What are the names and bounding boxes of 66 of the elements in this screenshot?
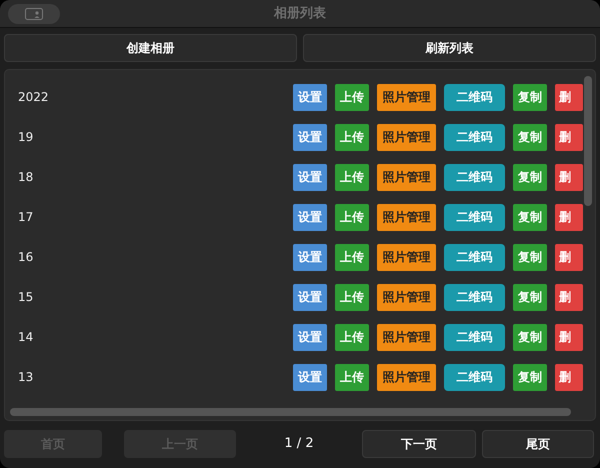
delete-button[interactable]: 删	[555, 324, 583, 350]
settings-button[interactable]: 设置	[293, 364, 327, 390]
qr-code-button[interactable]: 二维码	[444, 244, 505, 270]
upload-button[interactable]: 上传	[335, 124, 369, 150]
settings-button[interactable]: 设置	[293, 124, 327, 150]
sidebar-icon	[25, 8, 43, 20]
copy-button[interactable]: 复制	[513, 364, 547, 390]
qr-code-button[interactable]: 二维码	[444, 124, 505, 150]
upload-button[interactable]: 上传	[335, 284, 369, 310]
album-name: 15	[18, 289, 34, 306]
upload-button[interactable]: 上传	[335, 204, 369, 230]
delete-button[interactable]: 删	[555, 284, 583, 310]
album-name: 13	[18, 369, 34, 386]
upload-button[interactable]: 上传	[335, 84, 369, 110]
upload-button[interactable]: 上传	[335, 324, 369, 350]
qr-code-button[interactable]: 二维码	[444, 364, 505, 390]
copy-button[interactable]: 复制	[513, 284, 547, 310]
album-name: 2022	[18, 89, 50, 106]
qr-code-button[interactable]: 二维码	[444, 324, 505, 350]
delete-button[interactable]: 删	[555, 364, 583, 390]
settings-button[interactable]: 设置	[293, 244, 327, 270]
settings-button[interactable]: 设置	[293, 164, 327, 190]
delete-button[interactable]: 删	[555, 124, 583, 150]
upload-button[interactable]: 上传	[335, 164, 369, 190]
qr-code-button[interactable]: 二维码	[444, 164, 505, 190]
photo-manage-button[interactable]: 照片管理	[377, 284, 436, 310]
qr-code-button[interactable]: 二维码	[444, 284, 505, 310]
last-page-button[interactable]: 尾页	[482, 430, 594, 458]
settings-button[interactable]: 设置	[293, 204, 327, 230]
album-name: 18	[18, 169, 34, 186]
vertical-scrollbar[interactable]	[584, 76, 592, 206]
horizontal-scrollbar[interactable]	[10, 408, 571, 416]
settings-button[interactable]: 设置	[293, 284, 327, 310]
album-name: 17	[18, 209, 34, 226]
page-indicator: 1 / 2	[283, 435, 315, 454]
photo-manage-button[interactable]: 照片管理	[377, 164, 436, 190]
delete-button[interactable]: 删	[555, 244, 583, 270]
upload-button[interactable]: 上传	[335, 364, 369, 390]
album-name: 14	[18, 329, 34, 346]
delete-button[interactable]: 删	[555, 204, 583, 230]
settings-button[interactable]: 设置	[293, 84, 327, 110]
album-name: 19	[18, 129, 34, 146]
album-name: 16	[18, 249, 34, 266]
copy-button[interactable]: 复制	[513, 324, 547, 350]
photo-manage-button[interactable]: 照片管理	[377, 204, 436, 230]
photo-manage-button[interactable]: 照片管理	[377, 364, 436, 390]
photo-manage-button[interactable]: 照片管理	[377, 84, 436, 110]
create-album-button[interactable]: 创建相册	[4, 34, 297, 62]
window-title: 相册列表	[274, 4, 326, 23]
copy-button[interactable]: 复制	[513, 204, 547, 230]
qr-code-button[interactable]: 二维码	[444, 204, 505, 230]
next-page-button[interactable]: 下一页	[362, 430, 476, 458]
photo-manage-button[interactable]: 照片管理	[377, 244, 436, 270]
copy-button[interactable]: 复制	[513, 164, 547, 190]
copy-button[interactable]: 复制	[513, 124, 547, 150]
settings-button[interactable]: 设置	[293, 324, 327, 350]
refresh-list-button[interactable]: 刷新列表	[303, 34, 596, 62]
copy-button[interactable]: 复制	[513, 244, 547, 270]
photo-manage-button[interactable]: 照片管理	[377, 124, 436, 150]
sidebar-toggle-button[interactable]	[8, 4, 60, 24]
photo-manage-button[interactable]: 照片管理	[377, 324, 436, 350]
qr-code-button[interactable]: 二维码	[444, 84, 505, 110]
copy-button[interactable]: 复制	[513, 84, 547, 110]
upload-button[interactable]: 上传	[335, 244, 369, 270]
delete-button[interactable]: 删	[555, 164, 583, 190]
delete-button[interactable]: 删	[555, 84, 583, 110]
